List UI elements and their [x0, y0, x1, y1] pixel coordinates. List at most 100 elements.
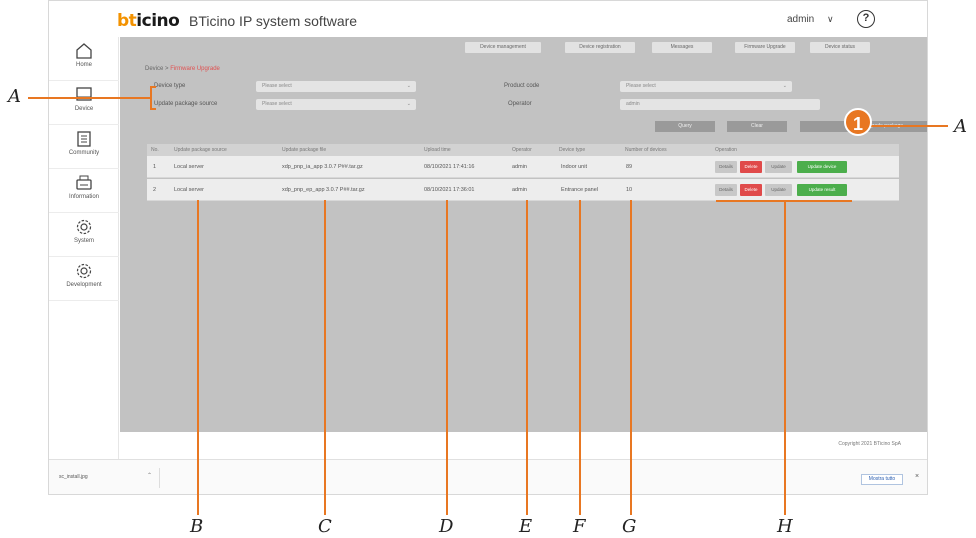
step-badge: 1 [844, 108, 872, 136]
callout-label-b: B [190, 516, 204, 537]
nav-device-management[interactable]: Device management [465, 42, 541, 53]
sidebar-item-community[interactable]: Community [49, 125, 119, 169]
app-title: BTicino IP system software [189, 13, 358, 29]
cell-file: xdp_pnp_ia_app 3.0.7 P##.tar.gz [282, 164, 363, 170]
table-row: 2 Local server xdp_pnp_ep_app 3.0.7 P##.… [147, 179, 899, 201]
chevron-down-icon[interactable]: ∨ [827, 14, 834, 25]
cell-operator: admin [512, 187, 527, 193]
update-button[interactable]: Update [765, 161, 792, 173]
callout-line-e [526, 200, 528, 515]
device-type-label: Device type [154, 83, 186, 89]
download-bar: sc_install.jpg ⌃ Mostra tutto × [49, 459, 927, 494]
col-operation: Operation [715, 147, 737, 153]
sidebar-label: Community [68, 150, 100, 156]
cell-device-type: Indoor unit [561, 164, 587, 170]
sidebar-label: System [73, 238, 94, 244]
cell-file: xdp_pnp_ep_app 3.0.7 P##.tar.gz [282, 187, 365, 193]
building-icon [77, 131, 91, 147]
table-row: 1 Local server xdp_pnp_ia_app 3.0.7 P##.… [147, 156, 899, 178]
sidebar-label: Information [68, 194, 99, 200]
callout-label-d: D [439, 516, 454, 537]
delete-button[interactable]: Delete [740, 161, 762, 173]
cell-no: 2 [153, 187, 157, 193]
callout-bracket-a-left-top [150, 86, 156, 88]
show-all-button[interactable]: Mostra tutto [861, 474, 903, 485]
update-device-button[interactable]: Update device [797, 161, 847, 173]
callout-label-c: C [318, 516, 332, 537]
callout-label-h: H [777, 516, 793, 537]
table-header: No. Update package source Update package… [147, 144, 899, 156]
printer-icon [76, 175, 92, 190]
callout-line-d [446, 200, 448, 515]
device-type-select[interactable]: Please select ⌄ [256, 81, 416, 92]
operator-label: Operator [508, 101, 532, 107]
sidebar-item-development[interactable]: Development [49, 257, 119, 301]
cell-source: Local server [174, 164, 204, 170]
callout-bracket-a-left [150, 86, 152, 110]
details-button[interactable]: Details [715, 161, 737, 173]
cell-time: 08/10/2021 17:41:16 [424, 164, 475, 170]
source-select[interactable]: Please select ⌄ [256, 99, 416, 110]
close-icon[interactable]: × [915, 473, 919, 480]
brand-bar: bticino BTicino IP system software admin… [49, 1, 927, 37]
col-device-type: Device type [559, 147, 586, 153]
monitor-icon [76, 87, 92, 101]
sidebar-label: Development [66, 282, 102, 288]
nav-device-registration[interactable]: Device registration [565, 42, 635, 53]
sidebar-label: Home [75, 62, 92, 68]
sidebar-item-device[interactable]: Device [49, 81, 119, 125]
source-label: Update package source [154, 101, 218, 107]
top-nav: Device management Device registration Me… [120, 39, 927, 53]
cell-devices: 10 [626, 187, 633, 193]
sidebar-item-information[interactable]: Information [49, 169, 119, 213]
product-code-label: Product code [504, 83, 540, 89]
callout-label-f: F [573, 516, 586, 537]
delete-button[interactable]: Delete [740, 184, 762, 196]
col-no: No. [151, 147, 159, 153]
callout-line-a-left [28, 97, 152, 99]
app-window: bticino BTicino IP system software admin… [48, 0, 928, 495]
callout-label-a: A [8, 86, 21, 107]
user-menu[interactable]: admin [787, 14, 814, 25]
download-file[interactable]: sc_install.jpg [59, 474, 88, 480]
product-code-select[interactable]: Please select ⌄ [620, 81, 792, 92]
sidebar: Home Device Community Information System… [49, 37, 119, 494]
main-content: Device management Device registration Me… [120, 37, 927, 432]
callout-line-g [630, 200, 632, 515]
callout-label-a-right: A [954, 116, 967, 137]
cell-devices: 89 [626, 164, 633, 170]
clear-button[interactable]: Clear [727, 121, 787, 132]
chevron-up-icon[interactable]: ⌃ [147, 472, 152, 479]
callout-label-g: G [622, 516, 637, 537]
nav-messages[interactable]: Messages [652, 42, 712, 53]
bticino-logo: bticino [117, 11, 180, 31]
cell-device-type: Entrance panel [561, 187, 598, 193]
callout-bracket-a-left-bottom [150, 108, 156, 110]
callout-line-c [324, 200, 326, 515]
cell-operator: admin [512, 164, 527, 170]
sidebar-item-system[interactable]: System [49, 213, 119, 257]
footer: Copyright 2021 BTicino SpA [120, 432, 927, 458]
operator-input[interactable]: admin [620, 99, 820, 110]
update-result-button[interactable]: Update result [797, 184, 847, 196]
callout-line-b [197, 200, 199, 515]
col-operator: Operator [512, 147, 532, 153]
col-time: Upload time [424, 147, 451, 153]
sidebar-item-home[interactable]: Home [49, 37, 119, 81]
gear-icon [76, 263, 92, 279]
nav-firmware-upgrade[interactable]: Firmware Upgrade [735, 42, 795, 53]
gear-icon [76, 219, 92, 235]
col-devices: Number of devices [625, 147, 667, 153]
details-button[interactable]: Details [715, 184, 737, 196]
cell-source: Local server [174, 187, 204, 193]
callout-line-a-right [862, 125, 948, 127]
update-button[interactable]: Update [765, 184, 792, 196]
help-icon[interactable]: ? [857, 10, 875, 28]
nav-device-status[interactable]: Device status [810, 42, 870, 53]
callout-line-f [579, 200, 581, 515]
copyright: Copyright 2021 BTicino SpA [838, 441, 901, 447]
cell-time: 08/10/2021 17:36:01 [424, 187, 475, 193]
col-source: Update package source [174, 147, 227, 153]
divider [159, 468, 160, 488]
query-button[interactable]: Query [655, 121, 715, 132]
